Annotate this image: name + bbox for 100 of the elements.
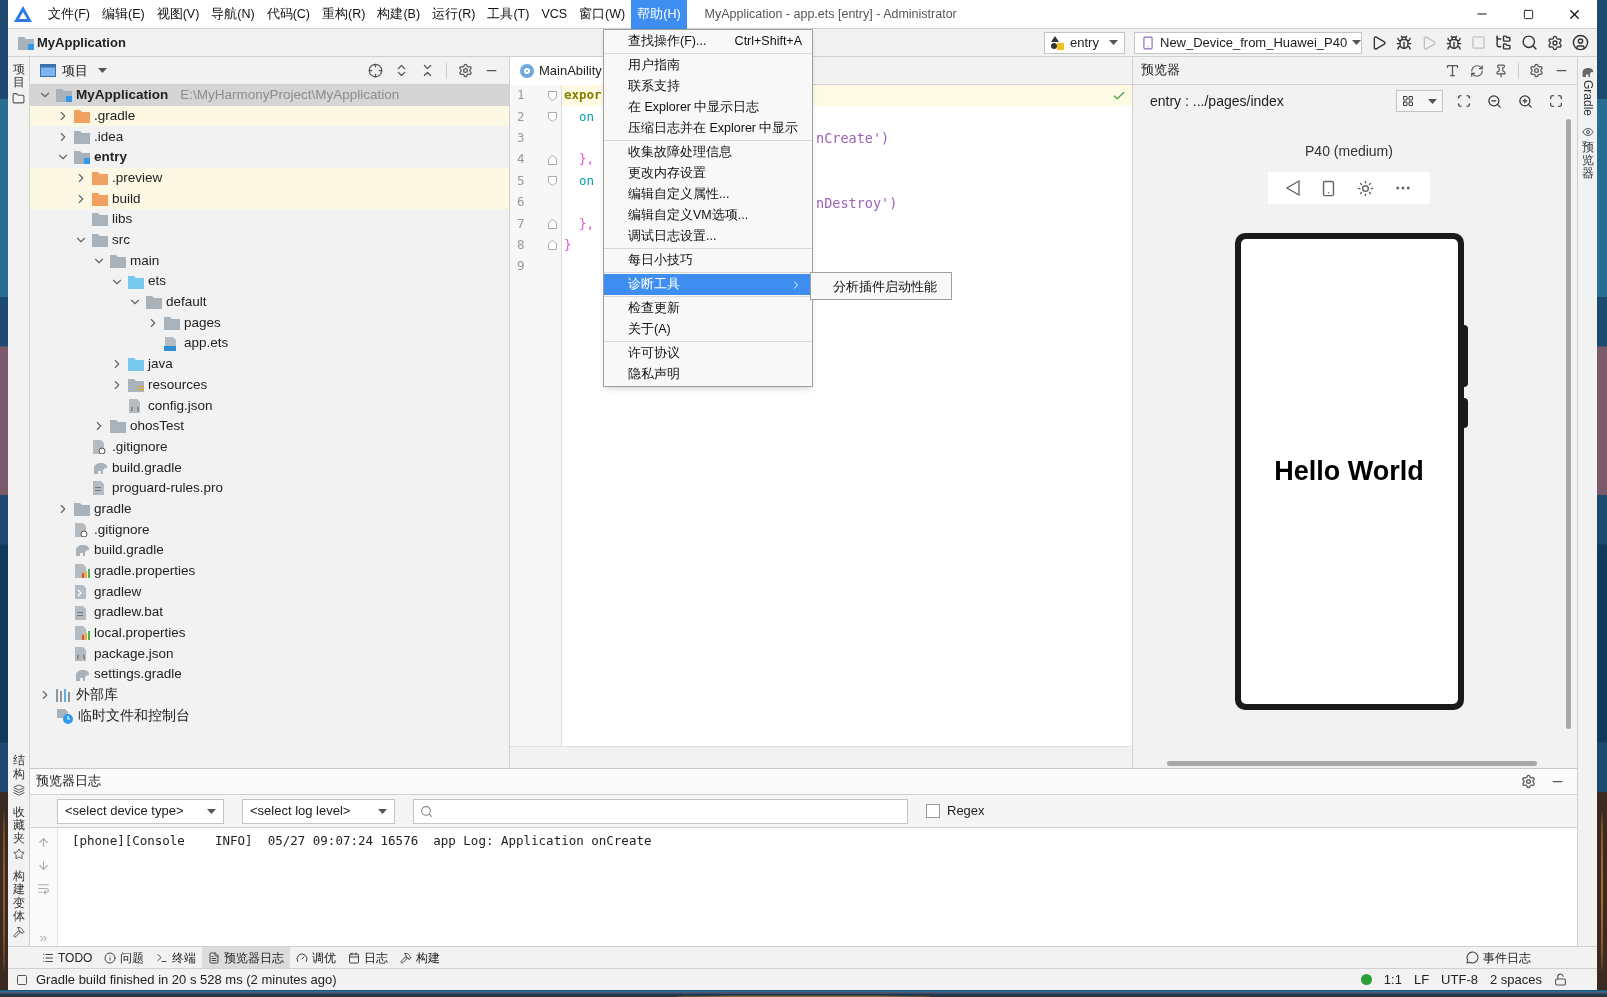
menu-bar-item[interactable]: 工具(T) [481,0,536,29]
zoom-out-icon[interactable] [1487,93,1502,109]
tool-window-label[interactable]: Gradle [1578,80,1597,117]
menu-item[interactable]: 压缩日志并在 Explorer 中显示 [604,118,812,139]
run-icon[interactable] [1371,34,1387,51]
tree-item[interactable]: 外部库 [30,684,509,706]
tree-item[interactable]: config.json [30,395,509,416]
fold-marker-icon[interactable] [548,154,558,165]
lock-icon[interactable] [1554,973,1567,986]
fold-marker-icon[interactable] [548,219,558,230]
fold-marker-icon[interactable] [548,90,558,101]
menu-item[interactable]: 许可协议 [604,343,812,364]
menu-bar-item[interactable]: 编辑(E) [95,0,151,29]
breadcrumb[interactable]: MyApplication [37,32,126,53]
status-item[interactable]: 2 spaces [1489,969,1542,990]
settings-icon[interactable] [1521,774,1536,789]
zoom-in-icon[interactable] [1518,93,1533,109]
tool-tab[interactable]: 日志 [342,946,395,969]
tool-tab[interactable]: TODO [36,946,99,969]
tool-window-label[interactable]: 收藏夹 [12,805,25,846]
tree-item[interactable]: gradle [30,498,509,520]
back-icon[interactable] [1286,180,1300,196]
tree-item[interactable]: app.ets [30,333,509,354]
tree-item[interactable]: main [30,250,509,272]
tool-window-label[interactable]: 结构 [12,754,25,781]
settings-icon[interactable] [1529,63,1544,78]
menu-item[interactable]: 分析插件启动性能 [811,277,951,298]
tree-item[interactable]: src [30,229,509,251]
menu-bar-item[interactable]: 构建(B) [371,0,427,29]
brightness-icon[interactable] [1357,179,1374,197]
status-item[interactable]: 1:1 [1383,969,1402,990]
tool-tab[interactable]: 终端 [150,946,203,969]
event-log-tab[interactable]: 事件日志 [1466,948,1531,967]
font-size-icon[interactable] [1445,63,1460,78]
tree-item[interactable]: resources [30,374,509,396]
menu-item[interactable]: 编辑自定义属性... [604,184,812,205]
search-icon[interactable] [1521,34,1538,51]
tool-window-label[interactable]: 预览器 [1581,141,1594,181]
vertical-scrollbar[interactable] [1566,119,1571,729]
tool-tab[interactable]: 问题 [98,946,151,969]
tree-item[interactable]: ets [30,271,509,292]
search-field[interactable] [413,798,908,824]
tree-item[interactable]: settings.gradle [30,664,509,685]
menu-bar-item[interactable]: 文件(F) [42,0,96,29]
account-icon[interactable] [1572,34,1589,51]
tool-window-label[interactable]: 构建变体 [12,870,25,923]
fit-screen-icon[interactable] [1549,94,1563,108]
tree-item[interactable]: build.gradle [30,457,509,479]
tree-item[interactable]: package.json [30,643,509,665]
project-view-selector[interactable]: 项目 [62,60,107,81]
layout-selector[interactable] [1396,90,1443,112]
regex-checkbox[interactable] [926,804,940,818]
menu-item[interactable]: 在 Explorer 中显示日志 [604,97,812,118]
menu-bar-item[interactable]: 运行(R) [426,0,482,29]
tree-item[interactable]: proguard-rules.pro [30,478,509,499]
tree-item[interactable]: libs [30,209,509,230]
menu-item[interactable]: 更改内存设置 [604,163,812,184]
menu-item[interactable]: 编辑自定义VM选项... [604,205,812,226]
tool-tab[interactable]: 预览器日志 [202,946,291,969]
module-selector[interactable]: entry [1044,31,1125,54]
settings-icon[interactable] [1547,34,1563,51]
device-type-dropdown[interactable]: <select device type> [57,798,224,824]
tree-item[interactable]: default [30,291,509,313]
fold-marker-icon[interactable] [548,240,558,251]
tree-item[interactable]: .gradle [30,105,509,127]
tree-item[interactable]: MyApplication E:\MyHarmonyProject\MyApplication [30,85,509,106]
crop-icon[interactable] [1457,94,1471,108]
tree-item[interactable]: 临时文件和控制台 [30,705,509,727]
menu-item[interactable]: 检查更新 [604,298,812,319]
menu-bar-item[interactable]: 代码(C) [260,0,317,29]
settings-icon[interactable] [458,63,473,78]
fold-marker-icon[interactable] [548,176,558,187]
horizontal-scrollbar[interactable] [1167,761,1537,766]
menu-bar-item[interactable]: 重构(R) [316,0,372,29]
tree-item[interactable]: gradlew.bat [30,602,509,623]
tree-item[interactable]: build.gradle [30,540,509,561]
log-level-dropdown[interactable]: <select log level> [242,798,395,824]
menu-item[interactable]: 关于(A) [604,319,812,340]
debug-icon[interactable] [1396,34,1412,51]
panel-toggle-icon[interactable] [16,973,28,986]
status-item[interactable]: UTF-8 [1441,969,1478,990]
attach-debugger-icon[interactable] [1446,34,1462,51]
tree-item[interactable]: entry [30,147,509,168]
tool-window-label[interactable]: 项目 [12,63,25,90]
tree-item[interactable]: java [30,353,509,375]
project-structure-icon[interactable] [1495,34,1512,51]
structure-icon[interactable] [12,783,25,796]
menu-bar-item[interactable]: 导航(N) [205,0,261,29]
tree-item[interactable]: ohosTest [30,416,509,437]
status-item[interactable]: LF [1413,969,1430,990]
tree-item[interactable]: .preview [30,167,509,189]
pin-icon[interactable] [1494,63,1508,78]
star-icon[interactable] [12,848,25,861]
menu-bar-item[interactable]: 视图(V) [150,0,206,29]
tree-item[interactable]: gradle.properties [30,560,509,582]
tree-item[interactable]: .gitignore [30,436,509,458]
menu-bar-item[interactable]: VCS [535,0,574,29]
tree-item[interactable]: build [30,188,509,210]
refresh-icon[interactable] [1470,63,1484,78]
tree-item[interactable]: local.properties [30,622,509,644]
